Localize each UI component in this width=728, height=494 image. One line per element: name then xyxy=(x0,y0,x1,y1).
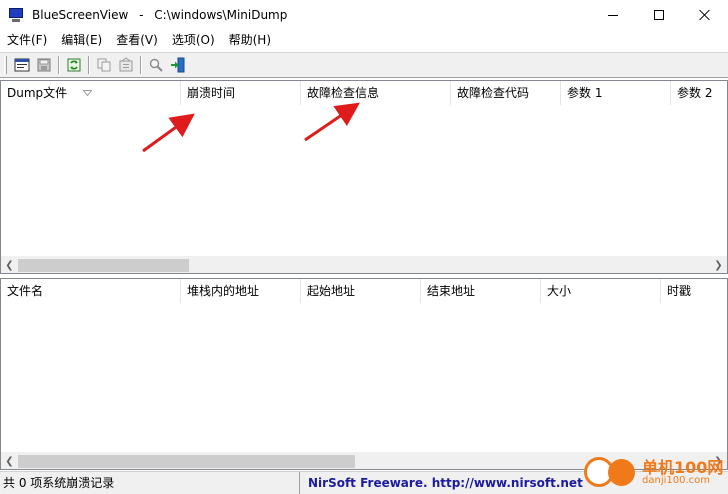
toolbar-separator xyxy=(58,56,60,74)
close-button[interactable] xyxy=(682,0,728,30)
copy-button[interactable] xyxy=(93,54,115,76)
toolbar xyxy=(0,52,728,78)
column-header-from-address[interactable]: 起始地址 xyxy=(301,279,421,303)
crash-list-header: Dump文件 崩溃时间 故障检查信息 故障检查代码 参数 1 参数 2 xyxy=(1,81,727,105)
title-bar[interactable]: BlueScreenView - C:\windows\MiniDump xyxy=(0,0,728,30)
column-header-parameter-1[interactable]: 参数 1 xyxy=(561,81,671,105)
minimize-button[interactable] xyxy=(590,0,636,30)
column-header-to-address[interactable]: 结束地址 xyxy=(421,279,541,303)
column-header-parameter-2[interactable]: 参数 2 xyxy=(671,81,727,105)
toolbar-grip[interactable] xyxy=(4,56,7,74)
menu-help[interactable]: 帮助(H) xyxy=(222,30,278,51)
close-icon xyxy=(699,9,711,21)
watermark-url: danji100.com xyxy=(642,475,710,486)
driver-list-header: 文件名 堆栈内的地址 起始地址 结束地址 大小 时戳 xyxy=(1,279,727,303)
exit-button[interactable] xyxy=(167,54,189,76)
column-header-bugcheck-code[interactable]: 故障检查代码 xyxy=(451,81,561,105)
minimize-icon xyxy=(608,14,618,16)
properties-button[interactable] xyxy=(11,54,33,76)
menu-view[interactable]: 查看(V) xyxy=(109,30,165,51)
find-icon xyxy=(149,58,163,72)
status-record-count: 共 0 项系统崩溃记录 xyxy=(0,471,300,494)
menu-edit[interactable]: 编辑(E) xyxy=(54,30,109,51)
maximize-icon xyxy=(654,10,664,20)
scrollbar-thumb[interactable] xyxy=(18,259,189,272)
exit-icon xyxy=(171,57,185,73)
save-button[interactable] xyxy=(33,54,55,76)
properties-icon xyxy=(14,58,30,72)
column-header-address-in-stack[interactable]: 堆栈内的地址 xyxy=(181,279,301,303)
scrollbar-thumb[interactable] xyxy=(18,455,355,468)
scroll-right-arrow-icon[interactable]: ❯ xyxy=(710,257,727,274)
scroll-left-arrow-icon[interactable]: ❮ xyxy=(1,257,18,274)
column-header-timestamp[interactable]: 时戳 xyxy=(661,279,727,303)
crash-list-pane[interactable]: Dump文件 崩溃时间 故障检查信息 故障检查代码 参数 1 参数 2 ❮ ❯ xyxy=(0,80,728,274)
menu-options[interactable]: 选项(O) xyxy=(165,30,222,51)
toolbar-separator xyxy=(140,56,142,74)
html-report-icon xyxy=(119,57,133,72)
sort-descending-icon xyxy=(83,90,92,96)
menu-bar: 文件(F) 编辑(E) 查看(V) 选项(O) 帮助(H) xyxy=(0,30,728,51)
nirsoft-link[interactable]: NirSoft Freeware. http://www.nirsoft.net xyxy=(300,472,583,494)
find-button[interactable] xyxy=(145,54,167,76)
column-header-dump-file[interactable]: Dump文件 xyxy=(1,81,181,105)
save-icon xyxy=(37,58,51,72)
scroll-left-arrow-icon[interactable]: ❮ xyxy=(1,453,18,470)
column-header-bugcheck-string[interactable]: 故障检查信息 xyxy=(301,81,451,105)
window-title: BlueScreenView - C:\windows\MiniDump xyxy=(32,8,288,22)
maximize-button[interactable] xyxy=(636,0,682,30)
toolbar-separator xyxy=(88,56,90,74)
column-header-crash-time[interactable]: 崩溃时间 xyxy=(181,81,301,105)
refresh-button[interactable] xyxy=(63,54,85,76)
watermark-circle-icon xyxy=(608,459,635,486)
bluescreen-app-icon xyxy=(8,7,24,23)
refresh-icon xyxy=(67,58,81,72)
html-report-button[interactable] xyxy=(115,54,137,76)
watermark-logo: 单机100网 danji100.com xyxy=(580,453,726,493)
menu-file[interactable]: 文件(F) xyxy=(0,30,54,51)
crash-list-horizontal-scrollbar[interactable]: ❮ ❯ xyxy=(1,256,727,273)
driver-list-pane[interactable]: 文件名 堆栈内的地址 起始地址 结束地址 大小 时戳 ❮ ❯ xyxy=(0,278,728,470)
copy-icon xyxy=(97,58,111,72)
column-header-filename[interactable]: 文件名 xyxy=(1,279,181,303)
column-header-size[interactable]: 大小 xyxy=(541,279,661,303)
